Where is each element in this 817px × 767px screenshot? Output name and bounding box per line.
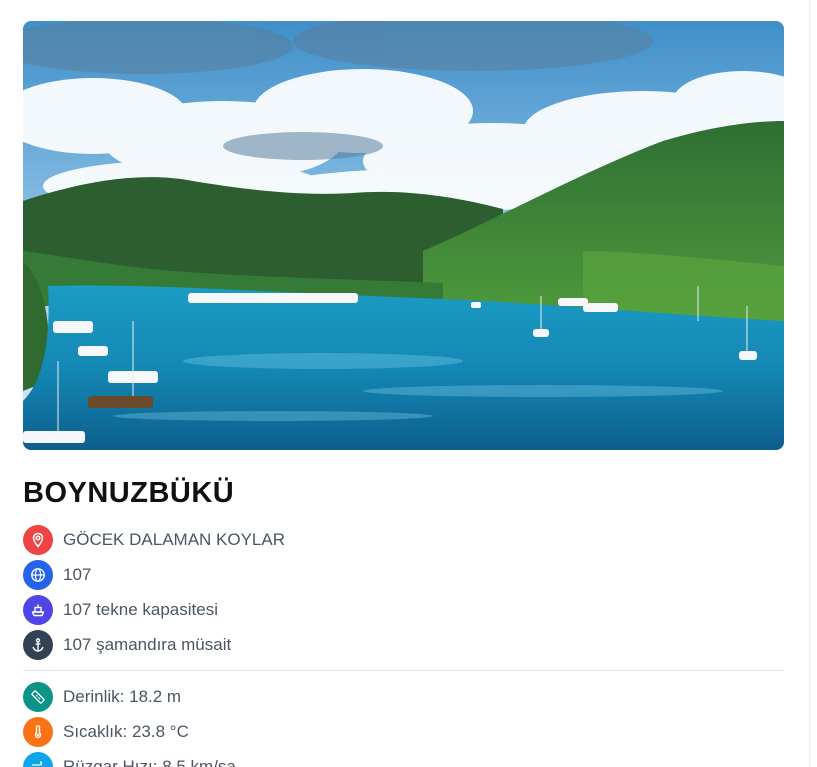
code-row: 107 <box>23 557 784 592</box>
section-divider <box>23 670 784 671</box>
wind-icon <box>23 751 53 767</box>
bay-card: BOYNUZBÜKÜ GÖCEK DALAMAN KOYLAR 107 107 … <box>23 21 784 767</box>
map-pin-icon <box>23 524 53 555</box>
ship-icon <box>23 594 53 625</box>
anchor-icon <box>23 629 53 660</box>
capacity-row: 107 tekne kapasitesi <box>23 592 784 627</box>
bay-photo <box>23 21 784 450</box>
wind-text: Rüzgar Hızı: 8.5 km/sa <box>63 756 236 767</box>
capacity-text: 107 tekne kapasitesi <box>63 599 218 619</box>
scrollbar-track[interactable] <box>809 0 817 767</box>
depth-text: Derinlik: 18.2 m <box>63 686 182 706</box>
bay-title: BOYNUZBÜKÜ <box>23 477 235 509</box>
info-list: GÖCEK DALAMAN KOYLAR 107 107 tekne kapas… <box>23 522 784 767</box>
moorings-row: 107 şamandıra müsait <box>23 627 784 662</box>
thermometer-icon <box>23 716 53 747</box>
globe-icon <box>23 559 53 590</box>
temperature-row: Sıcaklık: 23.8 °C <box>23 714 784 749</box>
region-row: GÖCEK DALAMAN KOYLAR <box>23 522 784 557</box>
ruler-icon <box>23 681 53 712</box>
wind-row: Rüzgar Hızı: 8.5 km/sa <box>23 749 784 767</box>
code-text: 107 <box>63 564 92 584</box>
temperature-text: Sıcaklık: 23.8 °C <box>63 721 189 741</box>
depth-row: Derinlik: 18.2 m <box>23 679 784 714</box>
moorings-text: 107 şamandıra müsait <box>63 634 232 654</box>
region-text: GÖCEK DALAMAN KOYLAR <box>63 529 286 549</box>
